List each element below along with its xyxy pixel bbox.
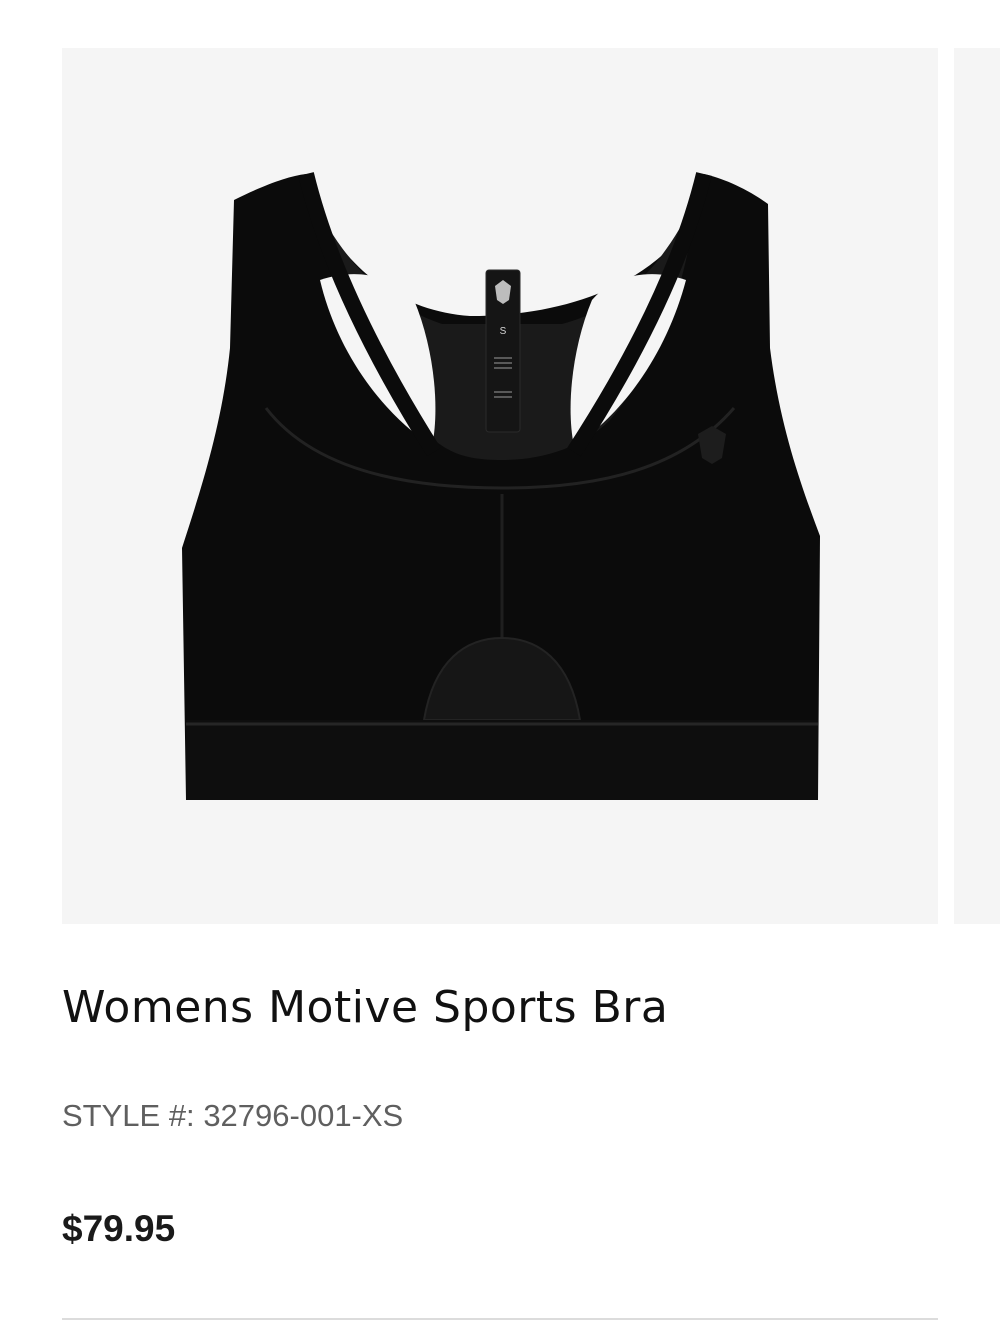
section-divider	[62, 1318, 938, 1320]
product-price: $79.95	[62, 1208, 176, 1249]
style-label: STYLE #:	[62, 1098, 195, 1133]
next-slide-preview[interactable]	[954, 48, 1000, 924]
product-image[interactable]: S	[62, 48, 938, 924]
tag-size: S	[500, 326, 507, 337]
style-value: 32796-001-XS	[203, 1098, 404, 1133]
product-image-gallery[interactable]: S	[0, 0, 1000, 924]
style-number: STYLE #: 32796-001-XS	[62, 1098, 403, 1134]
sports-bra-illustration: S	[182, 172, 820, 800]
product-title: Womens Motive Sports Bra	[62, 982, 669, 1033]
underband	[186, 720, 818, 800]
